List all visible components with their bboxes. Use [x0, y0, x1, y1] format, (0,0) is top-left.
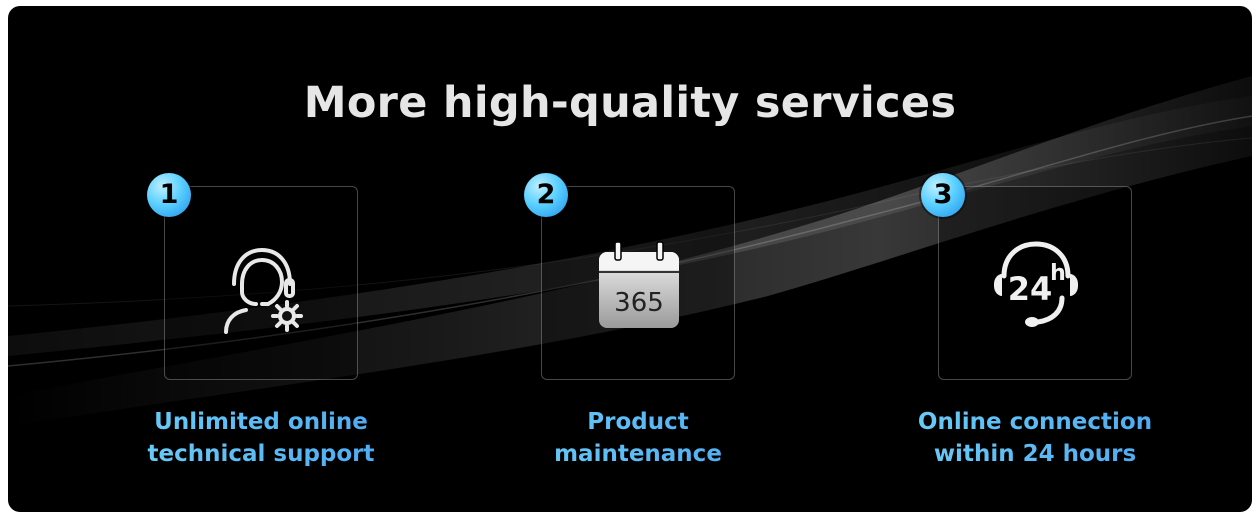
service-card-technical-support: 1: [147, 173, 358, 380]
label-line-1: Product: [587, 409, 689, 435]
support-headset-gear-icon: [224, 248, 303, 334]
label-line-2: technical support: [147, 441, 375, 467]
number-badge: 2: [524, 173, 568, 217]
page-title: More high-quality services: [303, 78, 957, 128]
headset-24-text: 24: [1008, 270, 1053, 308]
service-label-technical-support: Unlimited online technical support: [101, 406, 421, 470]
service-card-product-maintenance: 2 365: [524, 173, 735, 380]
service-label-product-maintenance: Product maintenance: [478, 406, 798, 470]
label-line-2: maintenance: [554, 441, 722, 467]
services-banner: More high-quality services 1 Unlimited o…: [8, 6, 1252, 512]
headset-h-text: h: [1050, 261, 1066, 286]
service-label-online-connection: Online connection within 24 hours: [875, 406, 1195, 470]
calendar-365-text: 365: [614, 288, 664, 318]
label-line-2: within 24 hours: [933, 441, 1137, 467]
label-line-1: Unlimited online: [154, 409, 368, 435]
calendar-365-icon: 365: [599, 241, 679, 328]
headset-24h-icon: 24 h: [994, 241, 1078, 327]
service-card-online-connection: 3 24 h: [921, 173, 1132, 380]
number-badge: 1: [147, 173, 191, 217]
number-badge: 3: [921, 173, 965, 217]
label-line-1: Online connection: [917, 409, 1153, 435]
